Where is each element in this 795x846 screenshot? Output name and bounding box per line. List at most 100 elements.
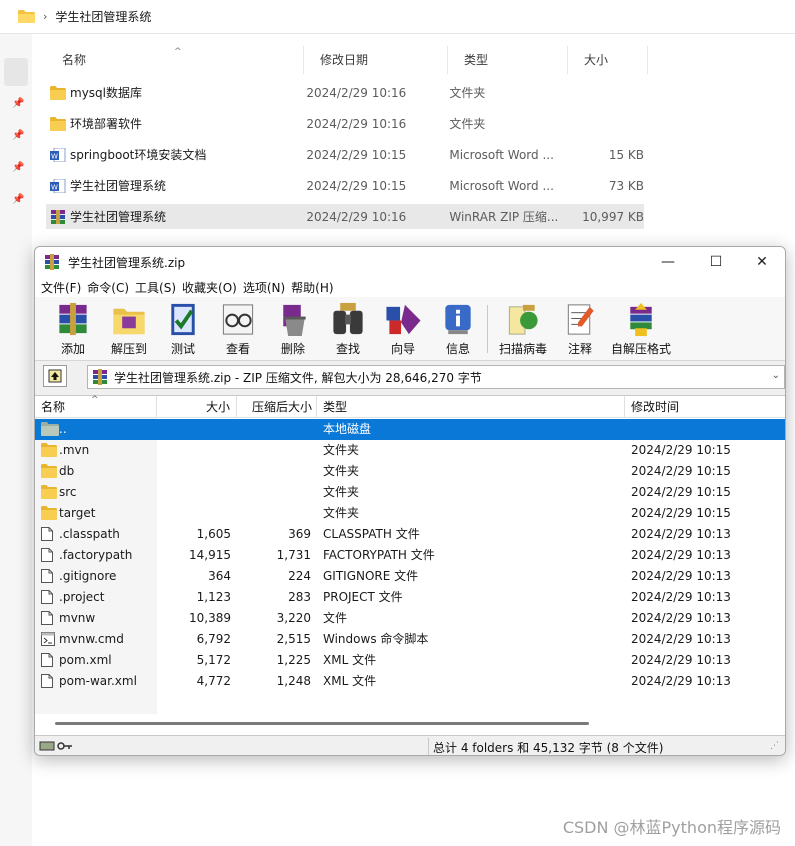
menu-commands[interactable]: 命令(C) [87,277,135,297]
breadcrumb[interactable]: 学生社团管理系统 [55,8,151,25]
entry-size [157,419,231,440]
maximize-button[interactable]: ☐ [693,247,739,277]
menu-options[interactable]: 选项(N) [243,277,291,297]
info-button[interactable]: 信息 [430,301,486,357]
delete-button[interactable]: 删除 [265,301,321,357]
folder-icon [18,10,35,23]
winrar-archive-icon [50,209,66,224]
column-header-date[interactable]: 修改日期 [304,46,448,74]
find-button-label: 查找 [335,342,360,356]
test-button[interactable]: 测试 [155,301,211,357]
archive-file-list: 名称 ^ 大小 压缩后大小 类型 修改时间 .. 本地磁盘 .mvn 文件夹 2024/… [35,395,785,735]
archive-row[interactable]: .factorypath 14,915 1,731 FACTORYPATH 文件 202… [35,545,785,566]
test-button-label: 测试 [170,342,195,356]
title-bar[interactable]: 学生社团管理系统.zip — ☐ ✕ [35,247,785,277]
archive-row[interactable]: mvnw 10,389 3,220 文件 2024/2/29 10:13 [35,608,785,629]
comment-button-label: 注释 [567,342,592,356]
sort-ascending-icon: ^ [91,395,99,405]
archive-row[interactable]: pom.xml 5,172 1,225 XML 文件 2024/2/29 10:13 [35,650,785,671]
up-folder-button[interactable] [43,365,67,387]
column-header-packed-size[interactable]: 压缩后大小 [237,396,317,418]
file-type: 文件夹 [449,86,486,100]
entry-type: 文件夹 [323,464,360,478]
file-row[interactable]: 学生社团管理系统 2024/2/29 10:16 WinRAR ZIP 压缩... 1… [46,204,644,229]
column-header-modified[interactable]: 修改时间 [625,396,785,418]
add-archive-icon [59,302,87,336]
archive-row[interactable]: mvnw.cmd 6,792 2,515 Windows 命令脚本 2024/2/29 … [35,629,785,650]
column-header-name[interactable]: 名称 ^ [46,46,304,74]
chevron-down-icon[interactable]: ⌄ [772,370,780,381]
entry-packed-size: 369 [288,527,311,541]
pin-icon[interactable]: 📌 [12,194,24,206]
column-header-type[interactable]: 类型 [448,46,568,74]
view-glasses-icon [222,304,254,335]
entry-size: 5,172 [196,653,231,667]
file-size: 10,997 KB [582,209,644,224]
folder-icon [41,443,57,457]
entry-modified: 2024/2/29 10:13 [631,611,731,625]
menu-help[interactable]: 帮助(H) [291,277,339,297]
archive-row[interactable]: .. 本地磁盘 [35,419,785,440]
extract-to-button[interactable]: 解压到 [101,301,157,357]
file-row[interactable]: 环境部署软件 2024/2/29 10:16 文件夹 [46,111,644,136]
entry-name: .. [59,422,67,436]
archive-row[interactable]: target 文件夹 2024/2/29 10:15 [35,503,785,524]
scan-virus-button-label: 扫描病毒 [498,342,547,356]
navigation-pane: 📌 📌 📌 📌 [0,34,32,846]
entry-type: 文件夹 [323,506,360,520]
pin-icon[interactable]: 📌 [12,162,24,174]
add-button[interactable]: 添加 [45,301,101,357]
nav-selected-item[interactable] [4,58,28,86]
entry-type: FACTORYPATH 文件 [323,548,435,562]
entry-type: 本地磁盘 [323,422,372,436]
file-date: 2024/2/29 10:16 [306,116,407,131]
horizontal-scrollbar[interactable] [55,722,589,725]
wizard-button[interactable]: 向导 [375,301,431,357]
resize-grip-icon[interactable]: ⋰ [770,741,779,751]
entry-size [157,503,231,524]
entry-size: 364 [208,569,231,583]
pin-icon[interactable]: 📌 [12,130,24,142]
column-header-name[interactable]: 名称 ^ [35,395,157,418]
archive-row[interactable]: .mvn 文件夹 2024/2/29 10:15 [35,440,785,461]
file-row[interactable]: mysql数据库 2024/2/29 10:16 文件夹 [46,80,644,105]
menu-bar: 文件(F) 命令(C) 工具(S) 收藏夹(O) 选项(N) 帮助(H) [35,277,785,297]
entry-packed-size: 224 [288,569,311,583]
file-row[interactable]: W 学生社团管理系统 2024/2/29 10:15 Microsoft Word .… [46,173,644,198]
delete-bin-icon [283,304,306,337]
toolbar: 添加 解压到 测试 查看 删除 查找 向导 信息 扫描病毒 注释 自解压格式 [35,297,785,361]
archive-row[interactable]: .gitignore 364 224 GITIGNORE 文件 2024/2/29 10… [35,566,785,587]
entry-size [157,461,231,482]
menu-favorites[interactable]: 收藏夹(O) [182,277,243,297]
column-header-size[interactable]: 大小 [157,396,237,418]
file-row[interactable]: Wspringboot环境安装文档 2024/2/29 10:15 Microsof… [46,142,644,167]
file-name: mysql数据库 [70,86,142,100]
archive-row[interactable]: pom-war.xml 4,772 1,248 XML 文件 2024/2/29 10:… [35,671,785,692]
archive-row[interactable]: .project 1,123 283 PROJECT 文件 2024/2/29 10:1… [35,587,785,608]
file-size: 73 KB [608,178,644,193]
find-button[interactable]: 查找 [320,301,376,357]
entry-modified: 2024/2/29 10:15 [631,464,731,478]
close-button[interactable]: ✕ [739,247,785,277]
entry-modified: 2024/2/29 10:15 [631,443,731,457]
comment-button[interactable]: 注释 [552,301,608,357]
sfx-archive-icon [630,302,652,337]
file-date: 2024/2/29 10:16 [306,209,407,224]
address-bar[interactable]: › 学生社团管理系统 [0,0,795,34]
virus-scan-icon [508,304,538,335]
scan-virus-button[interactable]: 扫描病毒 [495,301,551,357]
column-header-size[interactable]: 大小 [568,46,648,74]
sort-ascending-icon: ^ [174,47,182,57]
archive-row[interactable]: .classpath 1,605 369 CLASSPATH 文件 2024/2/29 … [35,524,785,545]
column-header-type[interactable]: 类型 [317,396,625,418]
archive-path-dropdown[interactable]: 学生社团管理系统.zip - ZIP 压缩文件, 解包大小为 28,646,27… [87,365,785,389]
archive-row[interactable]: src 文件夹 2024/2/29 10:15 [35,482,785,503]
view-button[interactable]: 查看 [210,301,266,357]
minimize-button[interactable]: — [645,247,691,277]
pin-icon[interactable]: 📌 [12,98,24,110]
menu-tools[interactable]: 工具(S) [135,277,182,297]
entry-name: src [59,485,77,499]
archive-row[interactable]: db 文件夹 2024/2/29 10:15 [35,461,785,482]
menu-file[interactable]: 文件(F) [41,277,87,297]
sfx-button[interactable]: 自解压格式 [611,301,671,357]
